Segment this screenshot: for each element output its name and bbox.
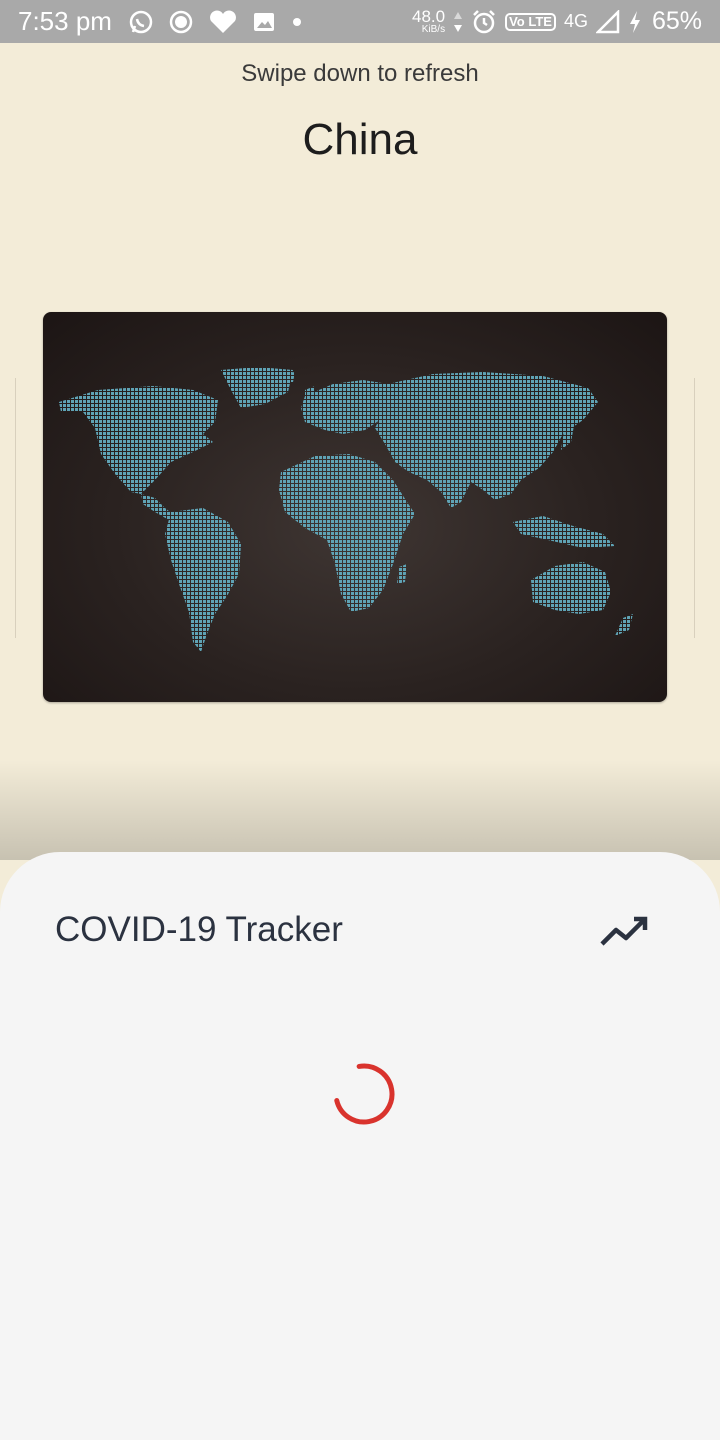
charging-icon (629, 10, 640, 33)
sheet-shadow (0, 760, 720, 860)
image-icon (253, 12, 274, 31)
loading-spinner (333, 1063, 395, 1125)
sheet-title: COVID-19 Tracker (55, 910, 343, 949)
data-arrows-icon (454, 11, 463, 32)
world-map-card[interactable] (43, 312, 667, 702)
network-type: 4G (563, 11, 588, 31)
carousel-left-edge (15, 378, 16, 638)
status-notification-icons (128, 9, 304, 35)
network-speed: 48.0 KiB/s (411, 7, 446, 35)
dot-icon (292, 17, 301, 26)
status-bar: 7:53 pm 48.0 KiB/s Vo LTE 4G 65% (0, 0, 720, 43)
world-map-image (59, 367, 633, 652)
heart-icon (210, 10, 236, 33)
volte-badge: Vo LTE (505, 12, 556, 31)
whatsapp-icon (129, 10, 153, 33)
carousel-right-edge (694, 378, 695, 638)
status-system-icons: 48.0 KiB/s Vo LTE 4G 65% (412, 7, 702, 36)
status-time: 7:53 pm (18, 6, 112, 36)
trending-up-icon[interactable] (598, 914, 650, 950)
refresh-hint: Swipe down to refresh (241, 60, 479, 87)
alarm-icon (473, 9, 495, 33)
record-icon (169, 10, 193, 33)
signal-icon (595, 9, 620, 33)
tracker-sheet[interactable]: COVID-19 Tracker (0, 852, 720, 1440)
country-title[interactable]: China (0, 115, 720, 165)
battery-level: 65% (651, 7, 702, 35)
